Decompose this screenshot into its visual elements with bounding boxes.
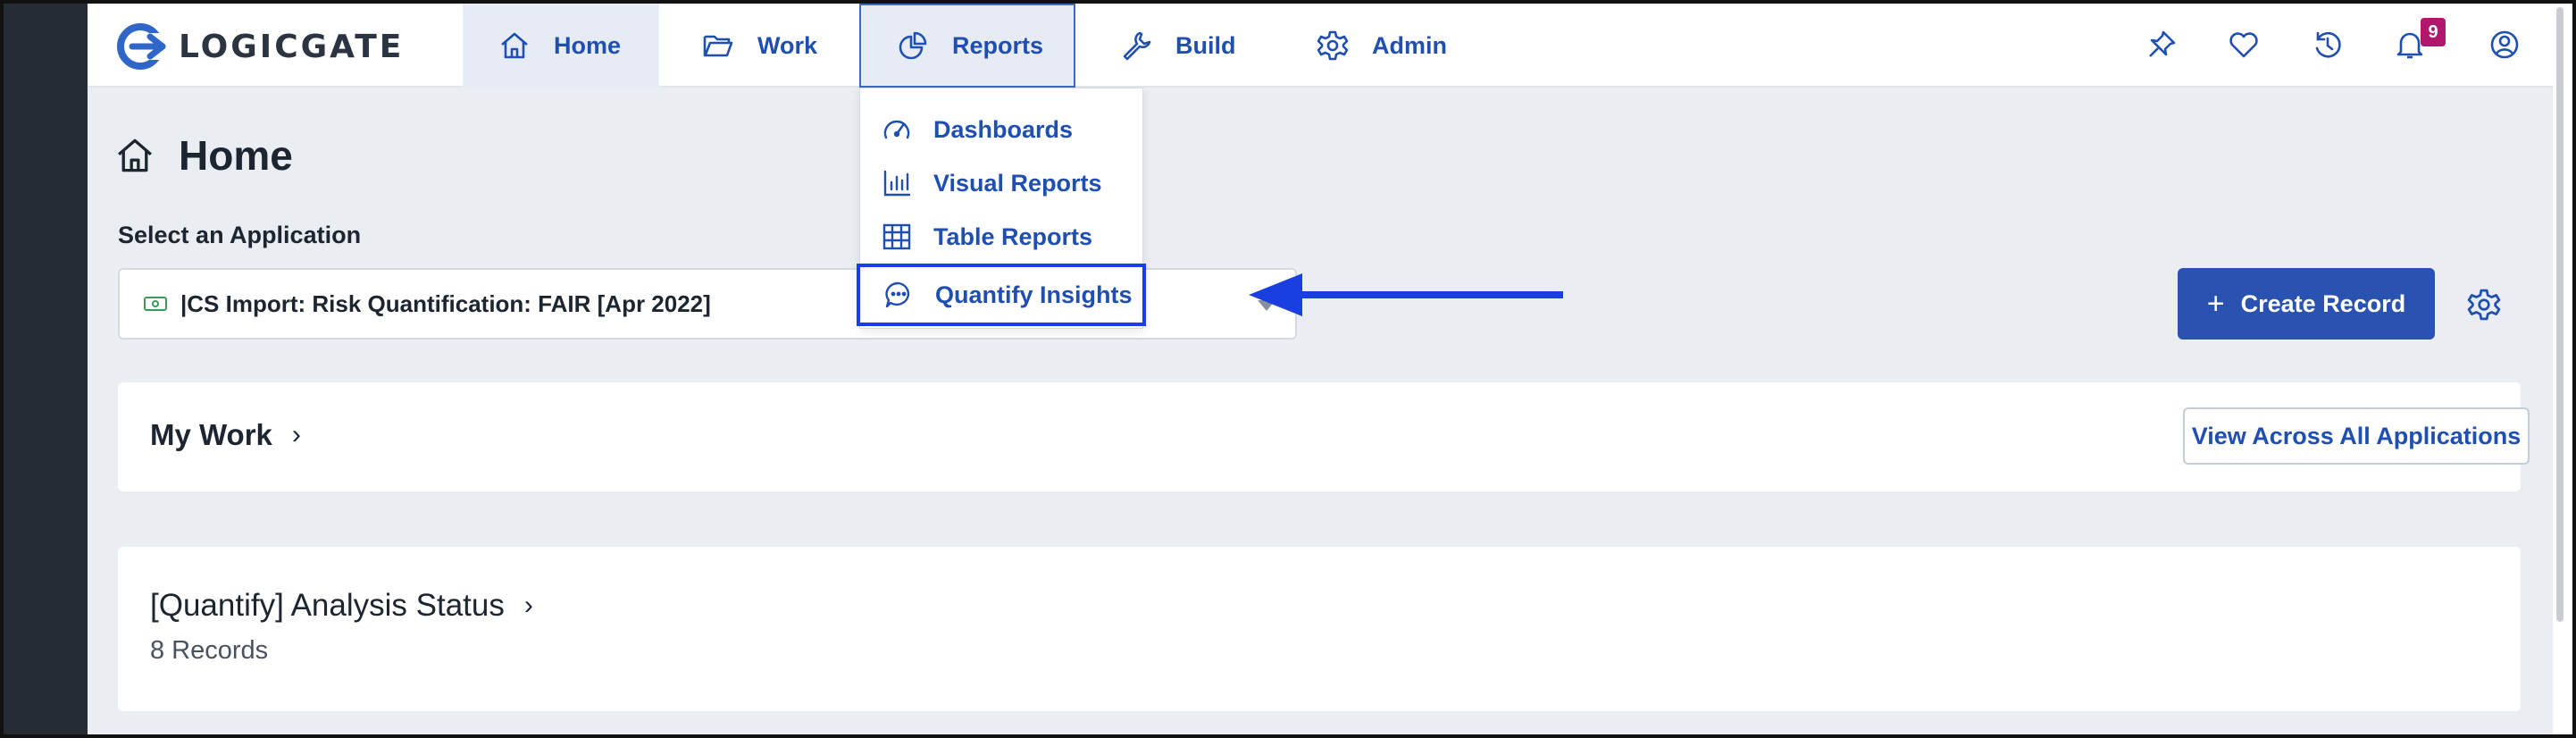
notification-badge: 9: [2421, 18, 2446, 46]
menu-item-dashboards-label: Dashboards: [933, 115, 1074, 143]
nav-build[interactable]: Build: [1084, 4, 1272, 88]
logicgate-logo-icon: [117, 23, 166, 70]
view-across-all-applications-button[interactable]: View Across All Applications: [2183, 407, 2530, 465]
my-work-title-text: My Work: [150, 418, 272, 451]
menu-item-quantify-insights[interactable]: Quantify Insights: [857, 264, 1146, 326]
logo-text: LOGICGATE: [179, 28, 405, 65]
favorites-button[interactable]: [2228, 29, 2263, 64]
reports-dropdown-menu: Dashboards Visual Reports Table Reports …: [857, 88, 1146, 329]
page-title-text: Home: [179, 132, 293, 179]
nav-work[interactable]: Work: [666, 4, 854, 88]
nav-reports-label: Reports: [952, 31, 1044, 59]
home-icon: [501, 32, 528, 59]
pie-chart-icon: [899, 31, 927, 60]
history-icon: [2315, 31, 2341, 58]
page-title: Home: [114, 129, 293, 182]
pin-icon: [2149, 30, 2176, 57]
application-select-value: |CS Import: Risk Quantification: FAIR [A…: [180, 289, 711, 317]
app-window: LOGICGATE Home Work Reports Build Admin …: [88, 4, 2553, 734]
gear-icon: [2467, 289, 2501, 321]
settings-button[interactable]: [2467, 288, 2501, 322]
nav-admin-label: Admin: [1372, 31, 1447, 59]
left-side-strip: [4, 4, 88, 734]
logo[interactable]: LOGICGATE: [114, 21, 404, 71]
folder-icon: [703, 35, 733, 57]
user-circle-icon: [2490, 30, 2519, 59]
quantify-card-title-text: [Quantify] Analysis Status: [150, 588, 505, 623]
nav-reports[interactable]: Reports: [859, 4, 1075, 88]
nav-home[interactable]: Home: [463, 4, 659, 88]
create-record-label: Create Record: [2240, 289, 2406, 317]
chevron-right-icon: ›: [523, 591, 533, 620]
home-icon: [118, 138, 152, 172]
pin-button[interactable]: [2145, 29, 2181, 64]
my-work-title[interactable]: My Work ›: [150, 418, 301, 452]
heart-icon: [2229, 32, 2258, 58]
nav-admin[interactable]: Admin: [1281, 4, 1477, 88]
menu-item-table-reports[interactable]: Table Reports: [860, 212, 1144, 262]
annotation-arrow-icon: [1249, 273, 1563, 316]
top-navigation: LOGICGATE Home Work Reports Build Admin …: [88, 4, 2553, 88]
scrollbar-thumb[interactable]: [2556, 7, 2563, 622]
records-count: 8 Records: [150, 636, 269, 665]
my-work-card: My Work › View Across All Applications: [118, 382, 2530, 491]
gear-icon: [1317, 30, 1349, 61]
user-menu-button[interactable]: [2488, 29, 2524, 64]
nav-work-label: Work: [757, 31, 818, 59]
table-icon: [882, 223, 911, 250]
menu-item-visual-reports-label: Visual Reports: [933, 169, 1102, 197]
money-icon: [144, 297, 167, 311]
application-select-label: Select an Application: [118, 222, 362, 248]
plus-icon: +: [2206, 286, 2225, 321]
menu-item-dashboards[interactable]: Dashboards: [860, 105, 1144, 155]
quantify-card-title[interactable]: [Quantify] Analysis Status ›: [150, 588, 533, 624]
menu-item-visual-reports[interactable]: Visual Reports: [860, 158, 1144, 208]
chat-insights-icon: [885, 281, 910, 308]
history-button[interactable]: [2312, 29, 2347, 64]
wrench-icon: [1123, 31, 1151, 61]
menu-item-quantify-insights-label: Quantify Insights: [935, 281, 1133, 308]
chevron-right-icon: ›: [291, 420, 301, 449]
nav-build-label: Build: [1175, 31, 1236, 59]
gauge-icon: [883, 120, 910, 139]
quantify-analysis-status-card: [Quantify] Analysis Status › 8 Records: [118, 547, 2521, 711]
bar-chart-icon: [883, 170, 911, 197]
menu-item-table-reports-label: Table Reports: [933, 222, 1093, 250]
create-record-button[interactable]: + Create Record: [2178, 268, 2435, 340]
nav-home-label: Home: [554, 31, 622, 59]
